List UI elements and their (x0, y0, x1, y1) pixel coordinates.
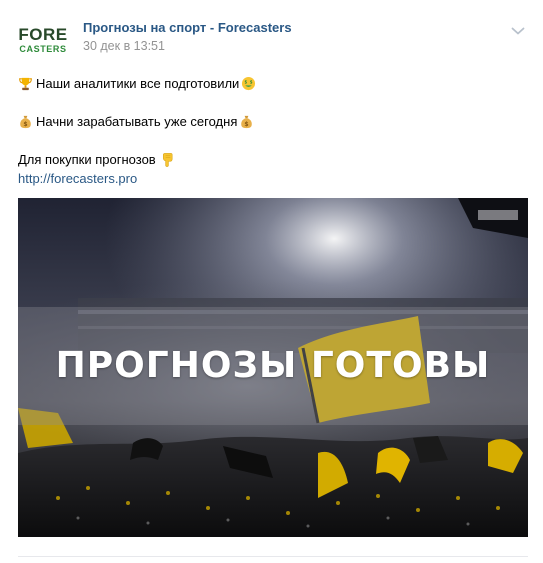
post-text-line: Для покупки прогнозов (18, 150, 528, 169)
money-bag-icon: $ (20, 115, 31, 129)
pointing-down-icon (162, 153, 173, 167)
post-text-line: Наши аналитики все подготовили $ $ (18, 74, 528, 93)
svg-text:$: $ (250, 80, 253, 85)
post-text-line-2: Начни зарабатывать уже сегодня (36, 114, 238, 129)
avatar-logo-line2: CASTERS (19, 44, 67, 54)
chevron-down-icon[interactable] (511, 26, 525, 36)
wall-post: FORE CASTERS Прогнозы на спорт - Forecas… (0, 0, 543, 563)
money-bag-icon: $ (241, 115, 253, 129)
post-text: Наши аналитики все подготовили $ $ $ Нач… (18, 74, 528, 188)
post-text-line-3: Для покупки прогнозов (18, 152, 156, 167)
post-author-link[interactable]: Прогнозы на спорт - Forecasters (83, 20, 292, 35)
money-mouth-face-icon: $ $ (242, 76, 256, 91)
community-avatar[interactable]: FORE CASTERS (18, 22, 68, 58)
post-link[interactable]: http://forecasters.pro (18, 169, 137, 188)
svg-text:$: $ (245, 80, 248, 85)
post-image[interactable]: ПРОГНОЗЫ ГОТОВЫ (18, 198, 528, 537)
post-date[interactable]: 30 дек в 13:51 (83, 39, 165, 53)
svg-text:$: $ (23, 121, 27, 128)
post-text-line-1: Наши аналитики все подготовили (36, 76, 240, 91)
trophy-icon (19, 77, 32, 91)
svg-text:$: $ (245, 121, 249, 128)
post-divider (18, 556, 528, 557)
post-text-line: $ Начни зарабатывать уже сегодня $ (18, 112, 528, 131)
image-caption: ПРОГНОЗЫ ГОТОВЫ (55, 345, 491, 386)
post-text-line: http://forecasters.pro (18, 169, 528, 188)
avatar-logo-line1: FORE (18, 25, 68, 44)
